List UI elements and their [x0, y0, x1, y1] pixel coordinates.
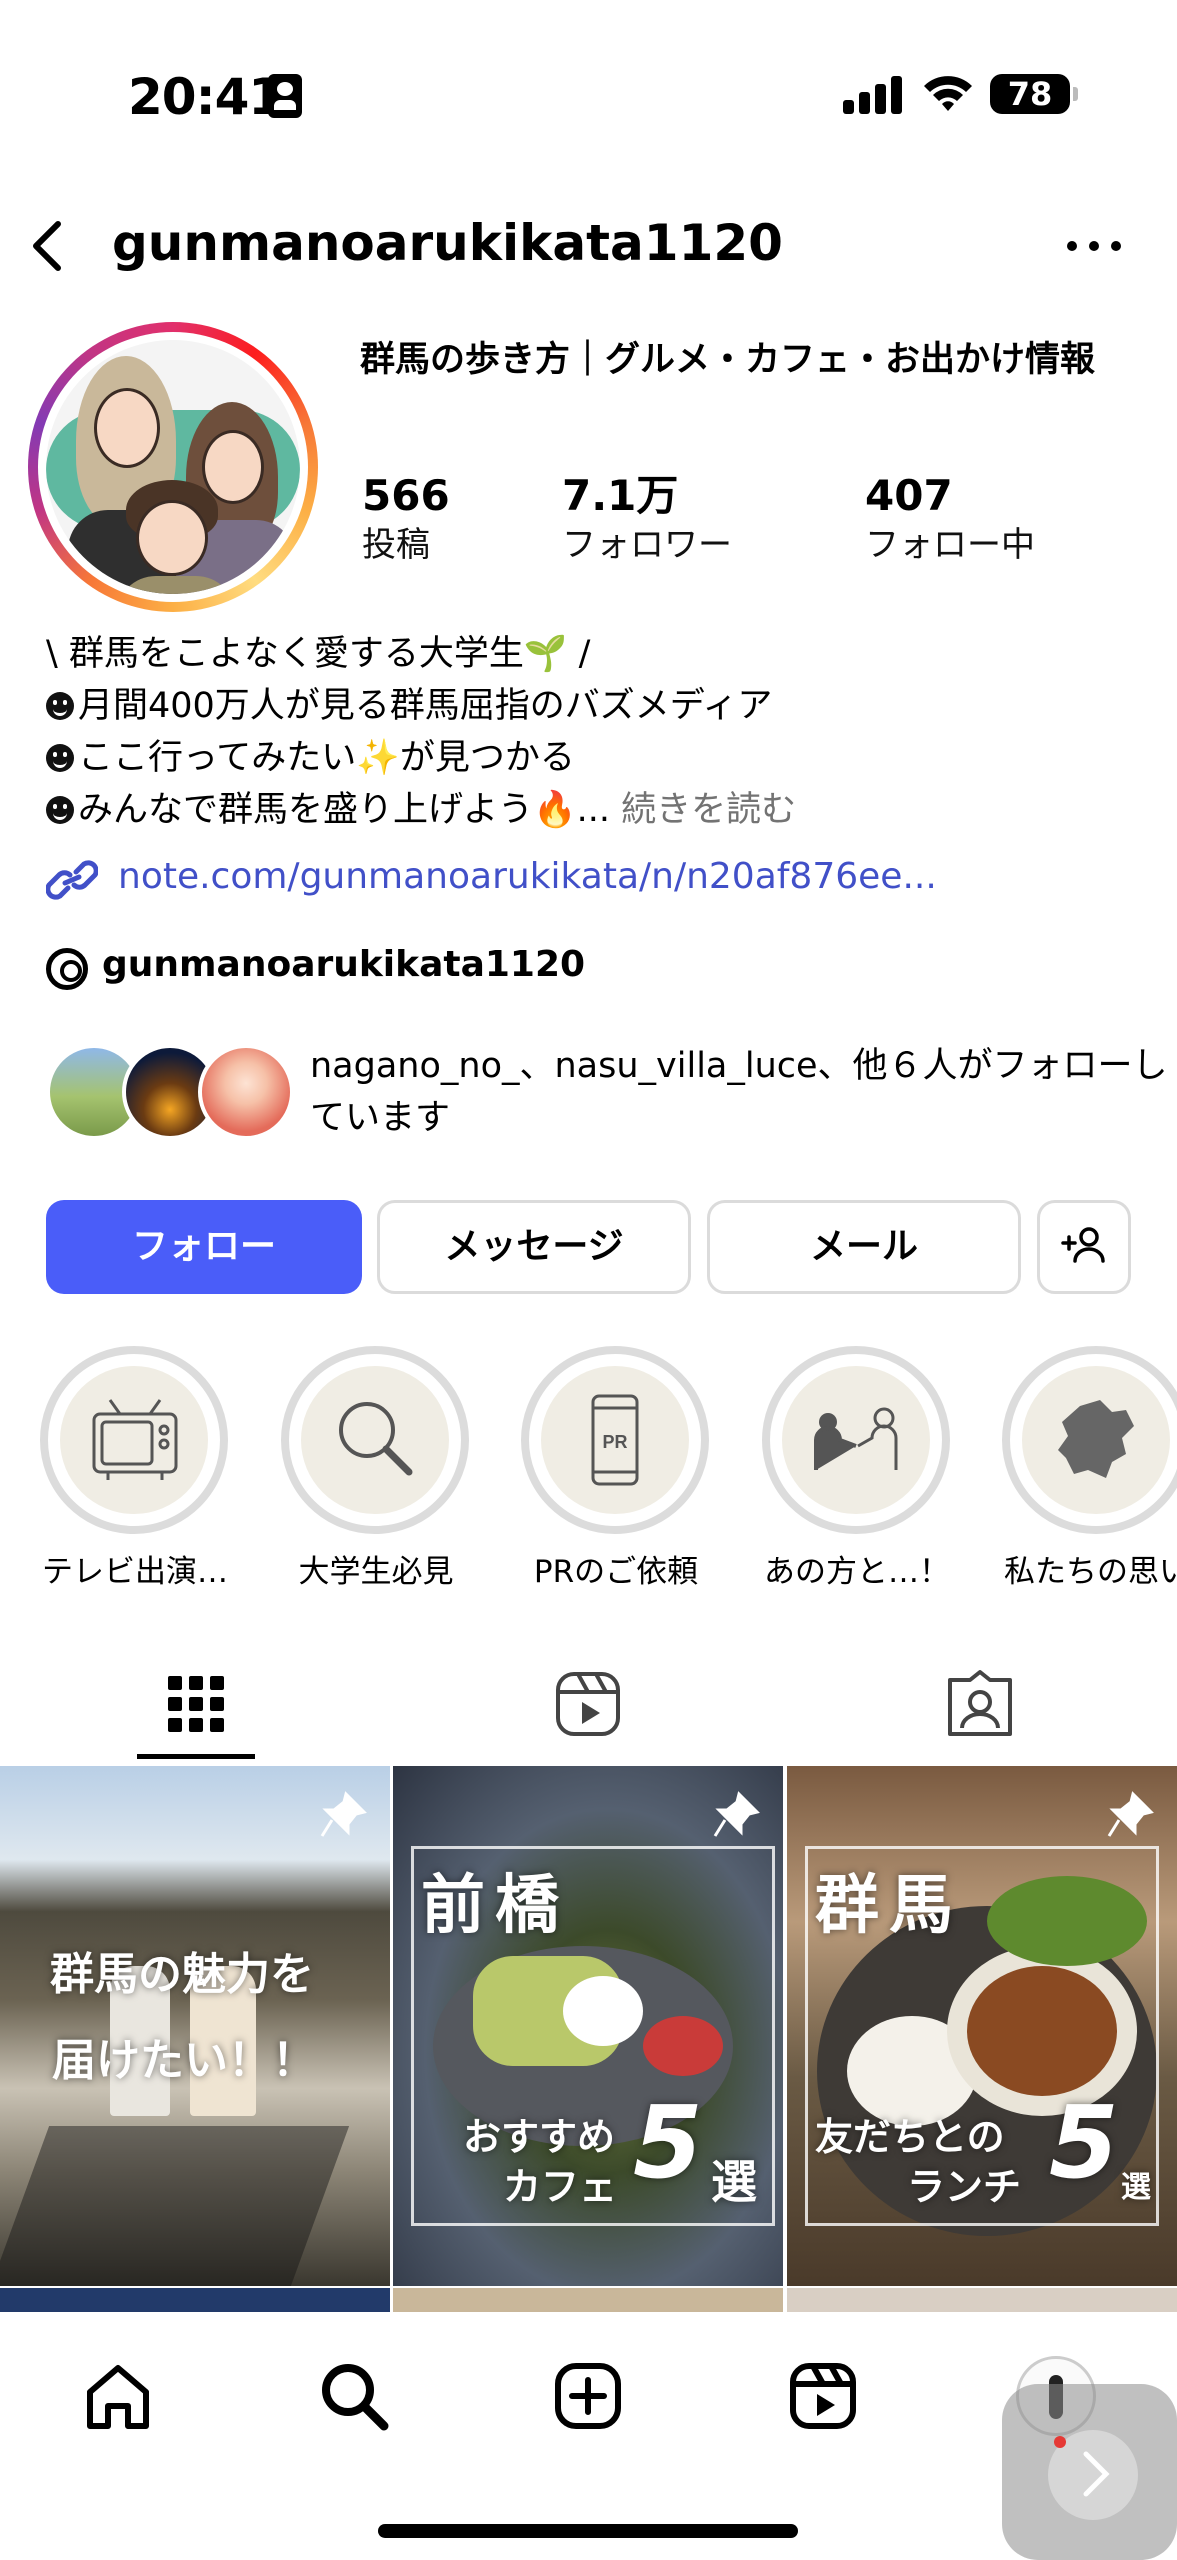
- stat-followers[interactable]: 7.1万 フォロワー: [562, 470, 732, 568]
- suggested-users-button[interactable]: [1037, 1200, 1131, 1294]
- message-button[interactable]: メッセージ: [377, 1200, 691, 1294]
- follow-button[interactable]: フォロー: [46, 1200, 362, 1294]
- reels-icon: [556, 1672, 620, 1736]
- highlight-label: 大学生必見: [298, 1554, 454, 1590]
- bio-line: みんなで群馬を盛り上げよう🔥...: [78, 790, 610, 830]
- highlight-label: PRのご依頼: [533, 1554, 699, 1590]
- handshake-icon: [814, 1407, 898, 1470]
- stat-following[interactable]: 407 フォロー中: [865, 470, 1035, 568]
- link-url[interactable]: note.com/gunmanoarukikata/n/n20af876ee..…: [118, 856, 937, 897]
- post-thumbnail[interactable]: 群馬 友だちとの ランチ 5 選: [787, 1766, 1177, 2286]
- profile-display-name: 群馬の歩き方｜グルメ・カフェ・お出かけ情報: [360, 340, 1096, 380]
- wifi-icon: [924, 76, 972, 111]
- mail-button[interactable]: メール: [707, 1200, 1021, 1294]
- post-caption: カフェ: [503, 2165, 618, 2209]
- posts-grid: 群馬の魅力を 届けたい！！ 前橋 おすすめ カフェ 5 選 群馬 友だちとの ラ…: [0, 1766, 1177, 2286]
- assistive-touch-button[interactable]: [1002, 2384, 1177, 2560]
- header-username: gunmanoarukikata1120: [112, 214, 783, 272]
- post-caption: おすすめ: [463, 2115, 616, 2159]
- mutual-followers-text: nagano_no_、nasu_villa_luce、他６人がフォローしています: [310, 1046, 1168, 1138]
- post-caption: 群馬の魅力を: [50, 1949, 314, 2000]
- home-indicator: [378, 2524, 798, 2538]
- mutual-avatar: [198, 1044, 294, 1140]
- pin-icon: [320, 1791, 367, 1837]
- stat-posts-value: 566: [362, 471, 450, 520]
- post-caption: 選: [1121, 2170, 1151, 2205]
- post-number: 5: [633, 2084, 703, 2201]
- post-caption: 選: [711, 2155, 757, 2209]
- grid-icon: [168, 1676, 224, 1732]
- tv-icon: [92, 1399, 178, 1480]
- svg-text:PR: PR: [602, 1432, 627, 1452]
- pin-icon: [1107, 1791, 1154, 1837]
- bio-line: ここ行ってみたい✨が見つかる: [78, 738, 575, 778]
- smile-icon: [46, 692, 74, 720]
- tab-active-indicator: [137, 1754, 255, 1759]
- search-icon[interactable]: [314, 2356, 394, 2436]
- highlight-thoughts[interactable]: 私たちの思い: [1002, 1346, 1177, 1590]
- chevron-right-icon: [1083, 2451, 1110, 2497]
- threads-icon: [46, 948, 88, 990]
- stat-following-value: 407: [865, 471, 953, 520]
- tab-reels[interactable]: [548, 1650, 628, 1760]
- profile-tabs: [0, 1650, 1177, 1760]
- highlight-label: あの方と…！: [764, 1554, 950, 1590]
- contact-card-icon: [268, 74, 302, 118]
- post-thumbnail[interactable]: 群馬の魅力を 届けたい！！: [0, 1766, 390, 2286]
- stat-posts-label: 投稿: [362, 525, 430, 565]
- post-title: 前橋: [421, 1869, 569, 1943]
- stat-posts[interactable]: 566 投稿: [362, 470, 450, 568]
- smile-icon: [46, 744, 74, 772]
- highlight-collab[interactable]: あの方と…！: [762, 1346, 952, 1590]
- post-thumbnail[interactable]: 前橋 おすすめ カフェ 5 選: [393, 1766, 783, 2286]
- bio-line: 月間400万人が見る群馬屈指のバズメディア: [78, 686, 773, 726]
- tab-tagged[interactable]: [940, 1650, 1020, 1760]
- post-caption: 届けたい！！: [52, 2035, 316, 2086]
- post-caption: ランチ: [907, 2165, 1022, 2209]
- status-time: 20:41: [128, 68, 283, 126]
- highlight-label: テレビ出演…: [42, 1554, 228, 1590]
- highlight-pr[interactable]: PR PRのご依頼: [521, 1346, 711, 1590]
- highlight-label: 私たちの思い: [1004, 1554, 1177, 1590]
- magnifier-icon: [339, 1402, 413, 1476]
- gunma-map-icon: [1058, 1400, 1134, 1478]
- bottom-navigation: [0, 2312, 1177, 2560]
- profile-avatar[interactable]: [28, 322, 318, 612]
- post-title: 群馬: [815, 1869, 963, 1943]
- pin-icon: [713, 1791, 760, 1837]
- highlight-tv[interactable]: テレビ出演…: [40, 1346, 230, 1590]
- status-bar: 20:41 78: [0, 0, 1177, 190]
- stat-followers-value: 7.1万: [562, 471, 679, 520]
- stat-following-label: フォロー中: [865, 525, 1035, 565]
- phone-pr-icon: PR: [591, 1394, 639, 1486]
- smile-icon: [46, 796, 74, 824]
- back-arrow-icon[interactable]: [20, 216, 80, 276]
- profile-bio: \ 群馬をこよなく愛する大学生🌱 / 月間400万人が見る群馬屈指のバズメディア…: [46, 628, 1146, 836]
- battery-indicator: 78: [990, 74, 1078, 114]
- profile-header: gunmanoarukikata1120: [0, 200, 1177, 290]
- home-icon[interactable]: [78, 2356, 158, 2436]
- post-number: 5: [1049, 2084, 1119, 2201]
- read-more-link[interactable]: 続きを読む: [621, 790, 796, 830]
- threads-username: gunmanoarukikata1120: [102, 944, 586, 985]
- link-icon: [46, 860, 98, 900]
- add-user-icon: [1061, 1227, 1105, 1263]
- more-options-icon[interactable]: [1065, 230, 1125, 260]
- cellular-signal-icon: [843, 74, 903, 114]
- reels-nav-icon[interactable]: [783, 2356, 863, 2436]
- mutual-followers[interactable]: nagano_no_、nasu_villa_luce、他６人がフォローしています: [46, 1040, 1168, 1150]
- stat-followers-label: フォロワー: [562, 525, 732, 565]
- highlight-students[interactable]: 大学生必見: [281, 1346, 471, 1590]
- bio-line: \ 群馬をこよなく愛する大学生🌱 /: [46, 634, 591, 674]
- post-caption: 友だちとの: [815, 2115, 1005, 2159]
- tagged-icon: [948, 1670, 1012, 1736]
- create-post-icon[interactable]: [548, 2356, 628, 2436]
- tab-posts[interactable]: [156, 1650, 236, 1760]
- avatar-illustration: [46, 340, 300, 594]
